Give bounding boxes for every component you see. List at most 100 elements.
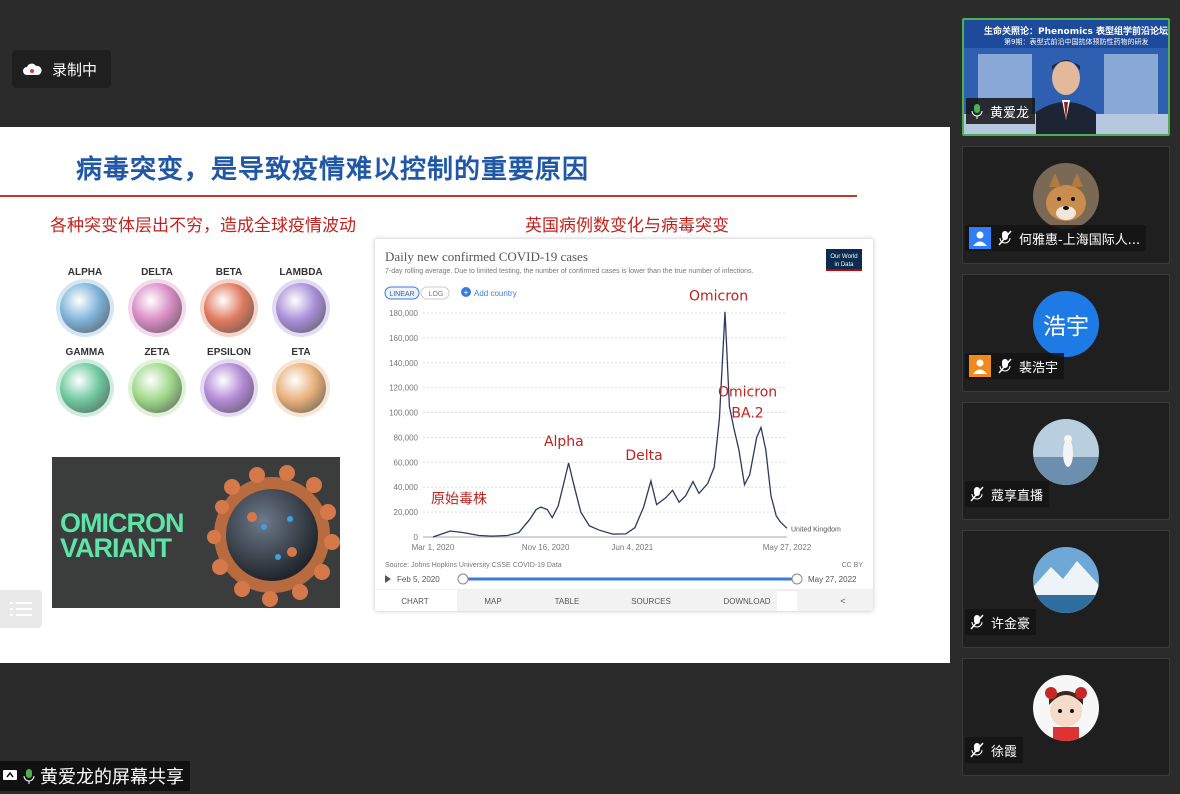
linear-scale-label: LINEAR bbox=[389, 291, 414, 298]
variant-label: BETA bbox=[215, 267, 243, 278]
participant-tile-he[interactable]: 何雅惠-上海国际人... bbox=[962, 146, 1170, 264]
share-icon: < bbox=[840, 596, 845, 606]
participant-name: 裴浩宇 bbox=[1019, 360, 1059, 376]
virus-icon bbox=[60, 363, 110, 413]
variant-gamma: GAMMA bbox=[52, 347, 118, 429]
participant-tile-xu-xia[interactable]: 徐霞 bbox=[962, 658, 1170, 776]
annotation-label: Omicron bbox=[689, 289, 748, 305]
annotation-label: Omicron bbox=[718, 384, 777, 400]
virus-icon bbox=[132, 283, 182, 333]
tab-table: TABLE bbox=[555, 597, 580, 606]
menu-handle-button[interactable] bbox=[0, 590, 42, 628]
avatar bbox=[1033, 419, 1099, 485]
y-tick-label: 40,000 bbox=[394, 483, 419, 492]
recording-indicator[interactable]: 录制中 bbox=[12, 50, 112, 88]
x-tick-label: Mar 1, 2020 bbox=[412, 543, 455, 552]
chart-subtitle: 7-day rolling average. Due to limited te… bbox=[385, 268, 754, 275]
virus-icon bbox=[60, 283, 110, 333]
variant-epsilon: EPSILON bbox=[196, 347, 262, 429]
variant-alpha: ALPHA bbox=[52, 267, 118, 349]
participant-tile-huang[interactable]: 生命关照论：Phenomics 表型组学前沿论坛 第9期：表型式前沿中国抗体预防… bbox=[962, 18, 1170, 136]
variant-label: EPSILON bbox=[207, 347, 251, 358]
owid-chart-panel: Daily new confirmed COVID-19 cases 7-day … bbox=[375, 239, 873, 611]
add-plus-glyph: + bbox=[464, 288, 469, 297]
participant-name-tag: 蔻享直播 bbox=[965, 481, 1050, 507]
participant-tile-pei[interactable]: 浩宇 裴浩宇 bbox=[962, 274, 1170, 392]
covid-cases-chart: Daily new confirmed COVID-19 cases 7-day … bbox=[375, 249, 873, 611]
participant-name-tag: 裴浩宇 bbox=[965, 353, 1065, 379]
chart-license: CC BY bbox=[842, 562, 864, 569]
person-icon bbox=[969, 355, 991, 377]
screen-share-label: 黄爱龙的屏幕共享 bbox=[0, 761, 190, 791]
variant-label: ETA bbox=[291, 347, 311, 358]
timeline-end-handle[interactable] bbox=[791, 573, 803, 585]
virus-icon bbox=[276, 363, 326, 413]
virus-sphere-icon bbox=[207, 465, 340, 607]
participant-sidebar: 生命关照论：Phenomics 表型组学前沿论坛 第9期：表型式前沿中国抗体预防… bbox=[950, 0, 1180, 794]
chart-title: Daily new confirmed COVID-19 cases bbox=[385, 249, 588, 264]
timeline-end: May 27, 2022 bbox=[808, 575, 857, 584]
y-tick-label: 20,000 bbox=[394, 508, 419, 517]
tab-chart: CHART bbox=[401, 597, 429, 606]
variant-delta: DELTA bbox=[124, 267, 190, 349]
variant-label: GAMMA bbox=[65, 347, 105, 358]
series-end-label: United Kingdom bbox=[791, 526, 841, 533]
tab-sources: SOURCES bbox=[631, 597, 671, 606]
share-tab-bg[interactable] bbox=[797, 590, 873, 611]
presentation-slide: 病毒突变，是导致疫情难以控制的重要原因 各种突变体层出不穷，造成全球疫情波动 英… bbox=[0, 127, 950, 663]
y-tick-label: 180,000 bbox=[389, 309, 418, 318]
avatar bbox=[1033, 675, 1099, 741]
variant-illustrations: ALPHA DELTA BETA LAMBDA GAMMA ZETA EPSILON ETA bbox=[52, 267, 342, 439]
virus-icon bbox=[276, 283, 326, 333]
participant-tile-kouxiang[interactable]: 蔻享直播 bbox=[962, 402, 1170, 520]
variant-label: ZETA bbox=[144, 347, 170, 358]
tab-download: DOWNLOAD bbox=[723, 597, 770, 606]
avatar bbox=[1033, 163, 1099, 229]
participant-name: 蔻享直播 bbox=[991, 488, 1044, 504]
virus-icon bbox=[132, 363, 182, 413]
participant-name-tag: 黄爱龙 bbox=[966, 98, 1036, 124]
participant-name: 许金豪 bbox=[991, 616, 1031, 632]
mic-muted-icon bbox=[998, 230, 1012, 246]
mic-muted-icon bbox=[970, 486, 984, 502]
annotation-label: 原始毒株 bbox=[431, 491, 487, 507]
list-icon bbox=[10, 602, 32, 616]
annotation-label: Alpha bbox=[544, 434, 584, 450]
y-tick-label: 120,000 bbox=[389, 384, 418, 393]
owid-logo-underline bbox=[826, 269, 862, 271]
timeline-start-handle[interactable] bbox=[457, 573, 469, 585]
owid-logo-line1: Our World bbox=[830, 254, 857, 260]
owid-logo-line2: in Data bbox=[834, 262, 854, 268]
chart-source: Source: Johns Hopkins University CSSE CO… bbox=[385, 562, 562, 569]
y-tick-label: 80,000 bbox=[394, 433, 419, 442]
y-tick-label: 160,000 bbox=[389, 334, 418, 343]
recording-label: 录制中 bbox=[52, 60, 98, 79]
participant-name-tag: 许金豪 bbox=[965, 609, 1037, 635]
variant-lambda: LAMBDA bbox=[268, 267, 334, 349]
mic-muted-icon bbox=[998, 358, 1012, 374]
screen-share-icon bbox=[3, 770, 17, 780]
avatar-initials: 浩宇 bbox=[1033, 291, 1099, 357]
y-tick-label: 100,000 bbox=[389, 409, 418, 418]
y-tick-label: 140,000 bbox=[389, 359, 418, 368]
participant-name: 何雅惠-上海国际人... bbox=[1019, 232, 1141, 248]
banner-title: 生命关照论：Phenomics 表型组学前沿论坛 bbox=[984, 27, 1168, 37]
variant-label: DELTA bbox=[141, 267, 173, 278]
omicron-variant-image: OMICRON VARIANT bbox=[52, 457, 340, 608]
variant-label: ALPHA bbox=[67, 267, 103, 278]
play-icon[interactable] bbox=[385, 575, 391, 583]
annotation-label: Delta bbox=[625, 448, 662, 464]
variant-label: LAMBDA bbox=[279, 267, 323, 278]
participant-name: 徐霞 bbox=[991, 744, 1018, 760]
person-icon bbox=[969, 227, 991, 249]
timeline-start: Feb 5, 2020 bbox=[397, 575, 440, 584]
y-tick-label: 60,000 bbox=[394, 458, 419, 467]
participant-tile-xu-jinhao[interactable]: 许金豪 bbox=[962, 530, 1170, 648]
x-tick-label: Jun 4, 2021 bbox=[611, 543, 653, 552]
annotation-label: BA.2 bbox=[731, 406, 763, 422]
variant-zeta: ZETA bbox=[124, 347, 190, 429]
mic-muted-icon bbox=[970, 742, 984, 758]
cloud-icon bbox=[22, 62, 42, 76]
meeting-window: 录制中 病毒突变，是导致疫情难以控制的重要原因 各种突变体层出不穷，造成全球疫情… bbox=[0, 0, 1180, 794]
mic-icon bbox=[23, 769, 35, 784]
